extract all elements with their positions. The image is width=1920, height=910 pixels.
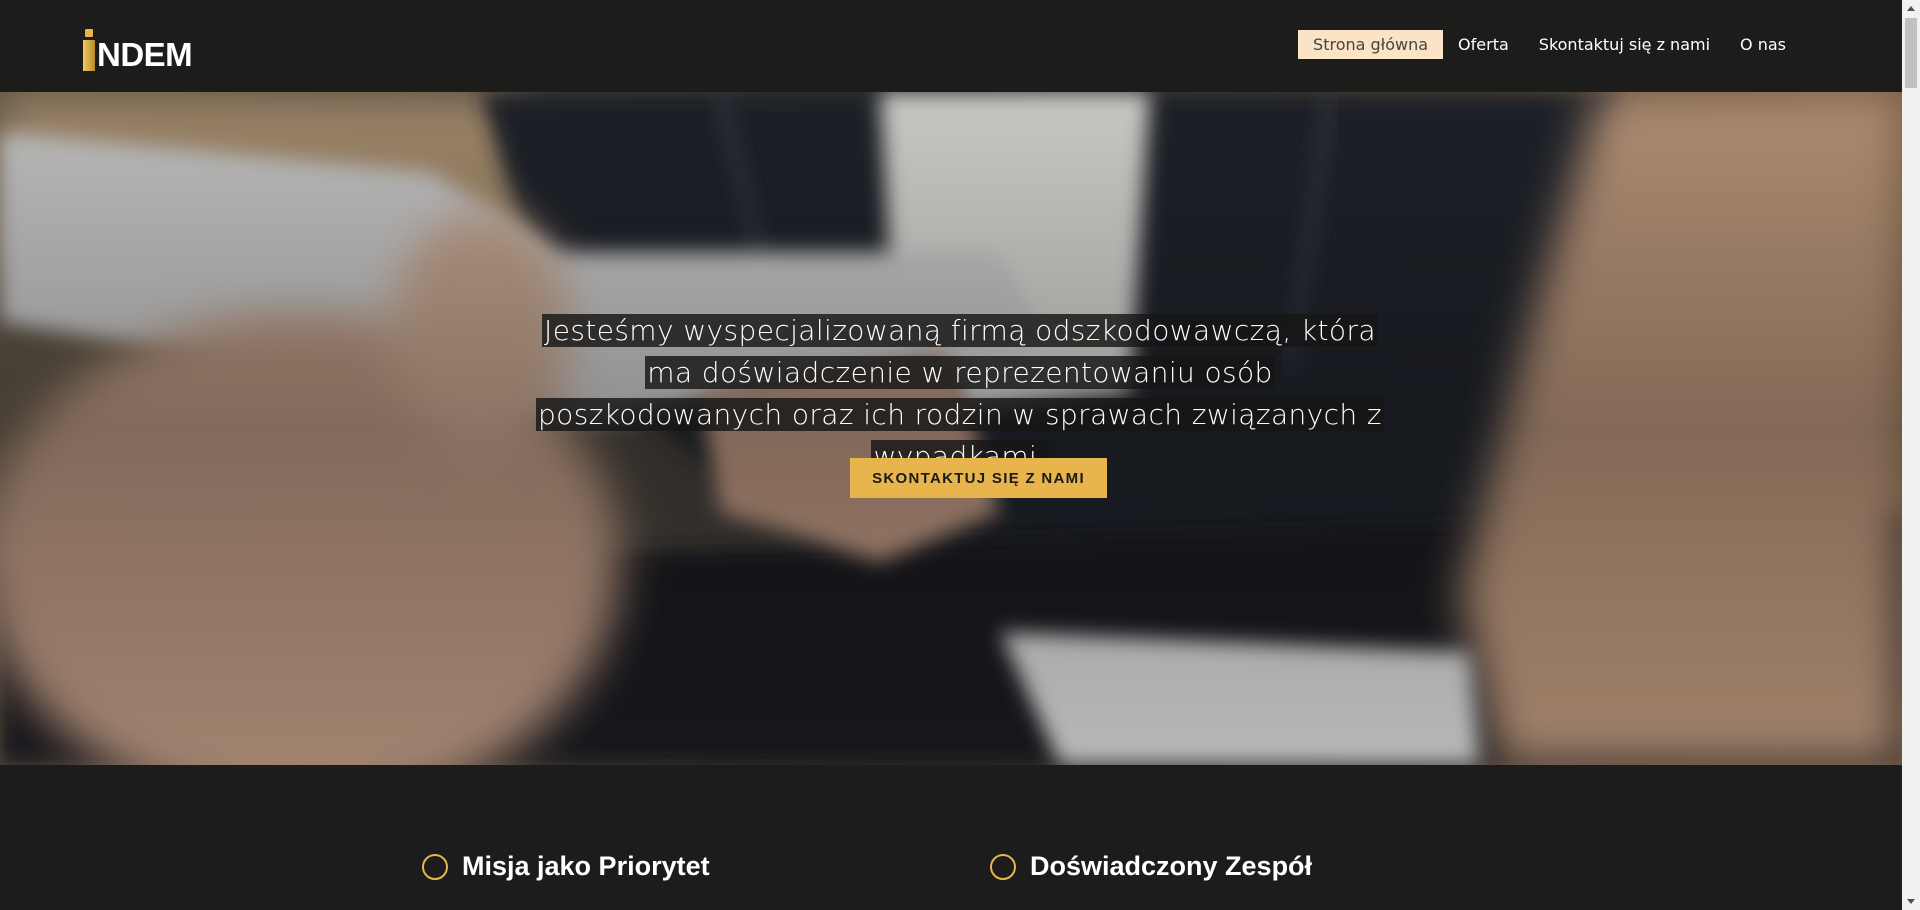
scrollbar-thumb[interactable] [1905, 18, 1917, 88]
main-nav: Strona główna Oferta Skontaktuj się z na… [1298, 30, 1801, 59]
nav-item-contact[interactable]: Skontaktuj się z nami [1524, 30, 1725, 59]
logo-pillar-icon [83, 29, 95, 71]
scroll-down-arrow-icon[interactable] [1907, 899, 1915, 904]
feature-title: Doświadczony Zespół [1030, 851, 1313, 881]
circle-outline-icon [990, 853, 1016, 880]
hero-section: Jesteśmy wyspecjalizowaną firmą odszkodo… [0, 92, 1902, 765]
feature-title: Misja jako Priorytet [462, 851, 710, 881]
hero-headline-wrapper: Jesteśmy wyspecjalizowaną firmą odszkodo… [520, 310, 1400, 478]
brand-logo[interactable]: NDEM [83, 29, 193, 73]
feature-team: Doświadczony Zespół [990, 851, 1312, 882]
page-scrollbar[interactable] [1902, 0, 1920, 910]
logo-text: NDEM [97, 36, 193, 73]
contact-us-button[interactable]: SKONTAKTUJ SIĘ Z NAMI [850, 458, 1107, 498]
features-section: Misja jako Priorytet Doświadczony Zespół [0, 765, 1902, 910]
nav-item-offer[interactable]: Oferta [1443, 30, 1524, 59]
nav-item-about[interactable]: O nas [1725, 30, 1801, 59]
nav-item-home[interactable]: Strona główna [1298, 30, 1444, 59]
hero-headline: Jesteśmy wyspecjalizowaną firmą odszkodo… [536, 314, 1384, 473]
feature-mission: Misja jako Priorytet [422, 851, 710, 882]
site-header: NDEM Strona główna Oferta Skontaktuj się… [0, 0, 1902, 92]
scroll-up-arrow-icon[interactable] [1907, 6, 1915, 11]
circle-outline-icon [422, 853, 448, 880]
